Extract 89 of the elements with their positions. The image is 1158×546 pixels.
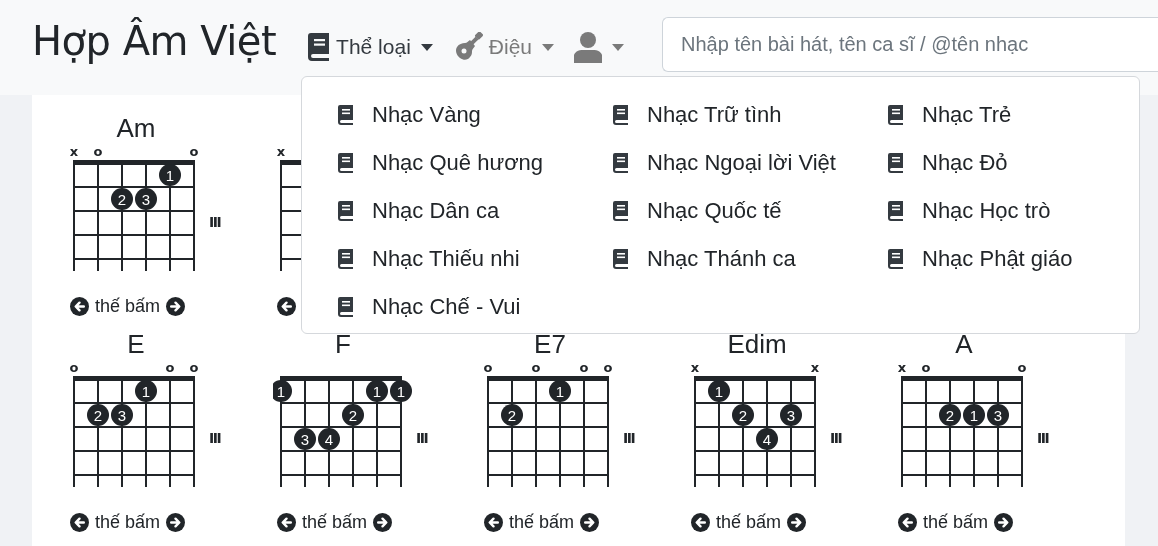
book-icon	[338, 249, 354, 269]
chord-name: F	[334, 331, 352, 357]
book-icon	[888, 249, 904, 269]
fret-position: III	[623, 430, 635, 446]
finger-dot: 2	[87, 404, 109, 426]
finger-dot: 1	[159, 164, 181, 186]
voicing-label: thế bấm	[509, 511, 575, 533]
genre-menu-item[interactable]: Nhạc Quê hương	[338, 139, 613, 187]
genre-menu-item[interactable]: Nhạc Vàng	[338, 91, 613, 139]
string-marker: o	[579, 360, 589, 375]
search-field[interactable]: Nhập tên bài hát, tên ca sĩ / @tên nhạc	[662, 17, 1158, 72]
finger-dot: 4	[756, 428, 778, 450]
genre-menu-item[interactable]: Nhạc Thánh ca	[613, 235, 888, 283]
string-marker: x	[897, 360, 907, 375]
finger-dot: 1	[963, 404, 985, 426]
nav-dropdown[interactable]: Điệu	[444, 27, 562, 67]
genre-menu-item[interactable]: Nhạc Chế - Vui	[338, 283, 613, 331]
genre-menu-item[interactable]: Nhạc Dân ca	[338, 187, 613, 235]
string-marker: o	[483, 360, 493, 375]
finger-dot: 1	[549, 380, 571, 402]
book-icon	[613, 153, 629, 173]
string-marker: o	[1017, 360, 1027, 375]
finger-dot: 3	[987, 404, 1009, 426]
finger-dot: 1	[135, 380, 157, 402]
genre-menu-item[interactable]: Nhạc Học trò	[888, 187, 1158, 235]
chord-name: A	[954, 331, 974, 357]
book-icon	[338, 201, 354, 221]
finger-dot: 2	[342, 404, 364, 426]
finger-dot: 3	[780, 404, 802, 426]
string-marker: o	[165, 360, 175, 375]
caret-icon	[612, 43, 624, 51]
book-icon	[613, 105, 629, 125]
finger-dot: 3	[111, 404, 133, 426]
chord-name: E7	[533, 331, 567, 357]
caret-icon	[542, 43, 554, 51]
string-marker: o	[921, 360, 931, 375]
genre-menu-item[interactable]: Nhạc Phật giáo	[888, 235, 1158, 283]
finger-dot: 4	[318, 428, 340, 450]
genre-menu-item[interactable]: Nhạc Đỏ	[888, 139, 1158, 187]
string-marker: o	[93, 144, 103, 159]
finger-dot: 1	[366, 380, 388, 402]
fret-position: III	[209, 214, 221, 230]
finger-dot: 2	[501, 404, 523, 426]
book-icon	[338, 297, 354, 317]
voicing-label: thế bấm	[302, 511, 368, 533]
finger-dot: 1	[390, 380, 412, 402]
book-icon	[308, 33, 331, 61]
book-icon	[338, 105, 354, 125]
book-icon	[613, 249, 629, 269]
string-marker: o	[531, 360, 541, 375]
string-marker: x	[276, 144, 286, 159]
site-logo[interactable]: Hợp Âm Việt	[32, 18, 277, 64]
book-icon	[888, 153, 904, 173]
nav-dropdown[interactable]: Thể loại	[300, 27, 441, 67]
fret-position: III	[1037, 430, 1049, 446]
book-icon	[613, 201, 629, 221]
genre-menu-item[interactable]: Nhạc Trẻ	[888, 91, 1158, 139]
chord-name: E	[126, 331, 146, 357]
genre-menu-item[interactable]: Nhạc Thiếu nhi	[338, 235, 613, 283]
finger-dot: 1	[708, 380, 730, 402]
string-marker: o	[69, 360, 79, 375]
string-marker: o	[603, 360, 613, 375]
fret-position: III	[830, 430, 842, 446]
string-marker: x	[690, 360, 700, 375]
finger-dot: 2	[111, 188, 133, 210]
genre-menu-item[interactable]: Nhạc Ngoại lời Việt	[613, 139, 888, 187]
book-icon	[888, 201, 904, 221]
user-icon	[574, 31, 602, 63]
voicing-label: thế bấm	[95, 295, 161, 317]
finger-dot: 2	[939, 404, 961, 426]
finger-dot: 3	[135, 188, 157, 210]
fret-position: III	[209, 430, 221, 446]
genre-menu-item[interactable]: Nhạc Quốc tế	[613, 187, 888, 235]
chord-name: Edim	[726, 331, 788, 357]
voicing-label: thế bấm	[716, 511, 782, 533]
caret-icon	[420, 43, 433, 51]
finger-dot: 2	[732, 404, 754, 426]
finger-dot: 3	[294, 428, 316, 450]
fret-position: III	[416, 430, 428, 446]
string-marker: o	[189, 360, 199, 375]
voicing-label: thế bấm	[923, 511, 989, 533]
string-marker: x	[69, 144, 79, 159]
chord-name: Am	[115, 115, 157, 141]
book-icon	[888, 105, 904, 125]
string-marker: o	[189, 144, 199, 159]
genre-menu-item[interactable]: Nhạc Trữ tình	[613, 91, 888, 139]
string-marker: x	[810, 360, 820, 375]
voicing-label: thế bấm	[95, 511, 161, 533]
book-icon	[338, 153, 354, 173]
